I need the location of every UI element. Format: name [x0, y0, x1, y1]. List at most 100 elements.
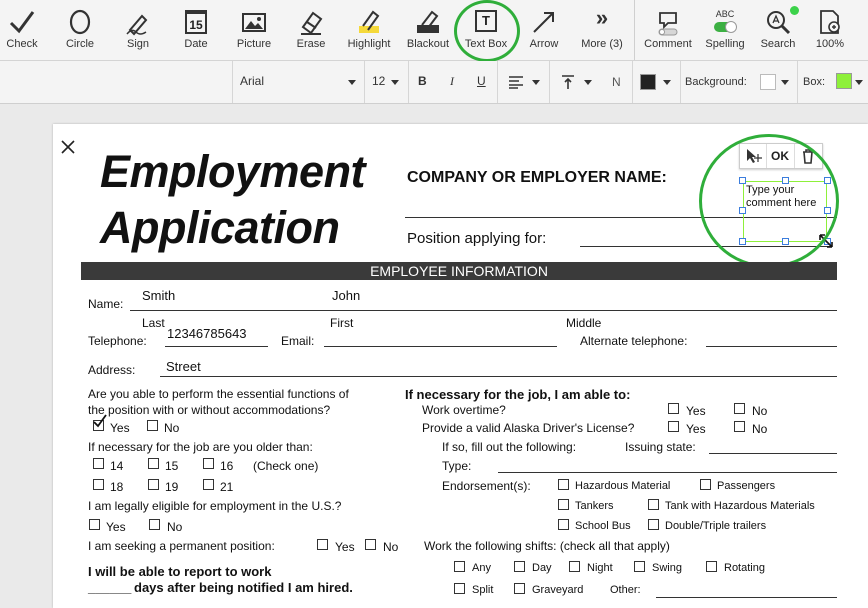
calendar-icon: 15: [185, 10, 207, 34]
eligible-no-checkbox[interactable]: [149, 519, 160, 530]
first-name-value[interactable]: John: [332, 288, 360, 303]
age-18-checkbox[interactable]: [93, 479, 104, 490]
report-days-blank[interactable]: ______: [88, 580, 131, 595]
type-field[interactable]: [498, 472, 837, 473]
erase-tool-button[interactable]: Erase: [289, 0, 333, 60]
shift-day-checkbox[interactable]: [514, 561, 525, 572]
main-toolbar: Check Circle Sign 15 Date Picture Erase …: [0, 0, 868, 62]
shifts-label: Work the following shifts: (check all th…: [424, 539, 670, 553]
box-label: Box:: [803, 76, 826, 88]
blackout-tool-label: Blackout: [406, 38, 450, 50]
spelling-switch: [714, 21, 737, 33]
picture-tool-label: Picture: [236, 38, 272, 50]
name-field-line: [130, 310, 837, 311]
close-icon[interactable]: [61, 140, 75, 154]
hazardous-material-checkbox[interactable]: [558, 479, 569, 490]
eligible-no-label: No: [167, 520, 183, 534]
zoom-tool-button[interactable]: 100%: [808, 0, 852, 60]
align-top-icon: [562, 75, 574, 89]
text-color-select[interactable]: [634, 61, 678, 103]
circle-tool-button[interactable]: Circle: [58, 0, 102, 60]
school-bus-checkbox[interactable]: [558, 519, 569, 530]
comment-tool-label: Comment: [644, 38, 692, 50]
type-label: Type:: [442, 459, 472, 473]
double-triple-checkbox[interactable]: [648, 519, 659, 530]
passengers-checkbox[interactable]: [700, 479, 711, 490]
address-label: Address:: [88, 363, 136, 377]
permanent-no-checkbox[interactable]: [365, 539, 376, 550]
check-tool-button[interactable]: Check: [0, 0, 44, 60]
overtime-no-checkbox[interactable]: [734, 403, 745, 414]
highlight-tool-button[interactable]: Highlight: [342, 0, 396, 60]
shift-split-label: Split: [472, 584, 494, 596]
shift-night-checkbox[interactable]: [569, 561, 580, 572]
spelling-toggle[interactable]: ABC Spelling: [700, 0, 750, 60]
eraser-icon: [301, 11, 323, 35]
alternate-telephone-field[interactable]: [706, 346, 837, 347]
shift-rotating-checkbox[interactable]: [706, 561, 717, 572]
overtime-yes-checkbox[interactable]: [668, 403, 679, 414]
age-15-checkbox[interactable]: [148, 458, 159, 469]
q1-no-label: No: [164, 421, 180, 435]
font-family-select[interactable]: Arial: [234, 61, 362, 103]
picture-tool-button[interactable]: Picture: [230, 0, 278, 60]
telephone-value[interactable]: 12346785643: [167, 326, 247, 341]
zoom-icon: [820, 10, 840, 34]
format-divider: [680, 61, 681, 103]
age-21-checkbox[interactable]: [203, 479, 214, 490]
email-field[interactable]: [324, 346, 557, 347]
more-tools-button[interactable]: » More (3): [576, 0, 628, 60]
tank-hazardous-checkbox[interactable]: [648, 499, 659, 510]
normal-text-button[interactable]: N: [612, 75, 621, 89]
q1-yes-label: Yes: [110, 421, 130, 435]
other-shift-label: Other:: [610, 584, 641, 596]
date-tool-button[interactable]: 15 Date: [174, 0, 218, 60]
permanent-yes-checkbox[interactable]: [317, 539, 328, 550]
alternate-telephone-label: Alternate telephone:: [580, 334, 688, 348]
age-16-checkbox[interactable]: [203, 458, 214, 469]
age-21-label: 21: [220, 480, 234, 494]
issuing-state-field[interactable]: [709, 453, 837, 454]
if-so-label: If so, fill out the following:: [442, 440, 577, 454]
background-color-select[interactable]: [756, 61, 796, 103]
tankers-checkbox[interactable]: [558, 499, 569, 510]
text-color-swatch: [640, 74, 656, 90]
eligible-yes-checkbox[interactable]: [89, 519, 100, 530]
license-no-checkbox[interactable]: [734, 421, 745, 432]
date-tool-label: Date: [184, 38, 208, 50]
text-align-select[interactable]: [500, 61, 546, 103]
issuing-state-label: Issuing state:: [625, 440, 696, 454]
italic-button[interactable]: I: [450, 74, 454, 89]
license-yes-checkbox[interactable]: [668, 421, 679, 432]
license-no-label: No: [752, 422, 768, 436]
address-value[interactable]: Street: [166, 359, 201, 374]
shift-any-checkbox[interactable]: [454, 561, 465, 572]
section-header-text: EMPLOYEE INFORMATION: [370, 263, 548, 279]
format-divider: [797, 61, 798, 103]
background-color-swatch: [760, 74, 776, 90]
q1-no-checkbox[interactable]: [147, 420, 158, 431]
bold-button[interactable]: B: [418, 74, 427, 88]
zoom-tool-label: 100%: [815, 38, 845, 50]
endorsements-label: Endorsement(s):: [442, 479, 531, 493]
font-size-select[interactable]: 12: [366, 61, 406, 103]
box-color-select[interactable]: [832, 61, 868, 103]
age-14-checkbox[interactable]: [93, 458, 104, 469]
underline-button[interactable]: U: [477, 74, 486, 88]
email-label: Email:: [281, 334, 315, 348]
age-19-checkbox[interactable]: [148, 479, 159, 490]
sign-tool-button[interactable]: Sign: [116, 0, 160, 60]
other-shift-field[interactable]: [656, 597, 837, 598]
last-name-value[interactable]: Smith: [142, 288, 175, 303]
blackout-tool-button[interactable]: Blackout: [402, 0, 454, 60]
first-caption: First: [330, 316, 354, 330]
check-one-note: (Check one): [253, 459, 319, 473]
q1-line2: the position with or without accommodati…: [88, 403, 331, 417]
vertical-align-select[interactable]: [552, 61, 598, 103]
arrow-tool-button[interactable]: Arrow: [522, 0, 566, 60]
shift-graveyard-checkbox[interactable]: [514, 583, 525, 594]
shift-split-checkbox[interactable]: [454, 583, 465, 594]
check-icon: [93, 414, 107, 428]
shift-swing-checkbox[interactable]: [634, 561, 645, 572]
comment-tool-button[interactable]: Comment: [640, 0, 696, 60]
